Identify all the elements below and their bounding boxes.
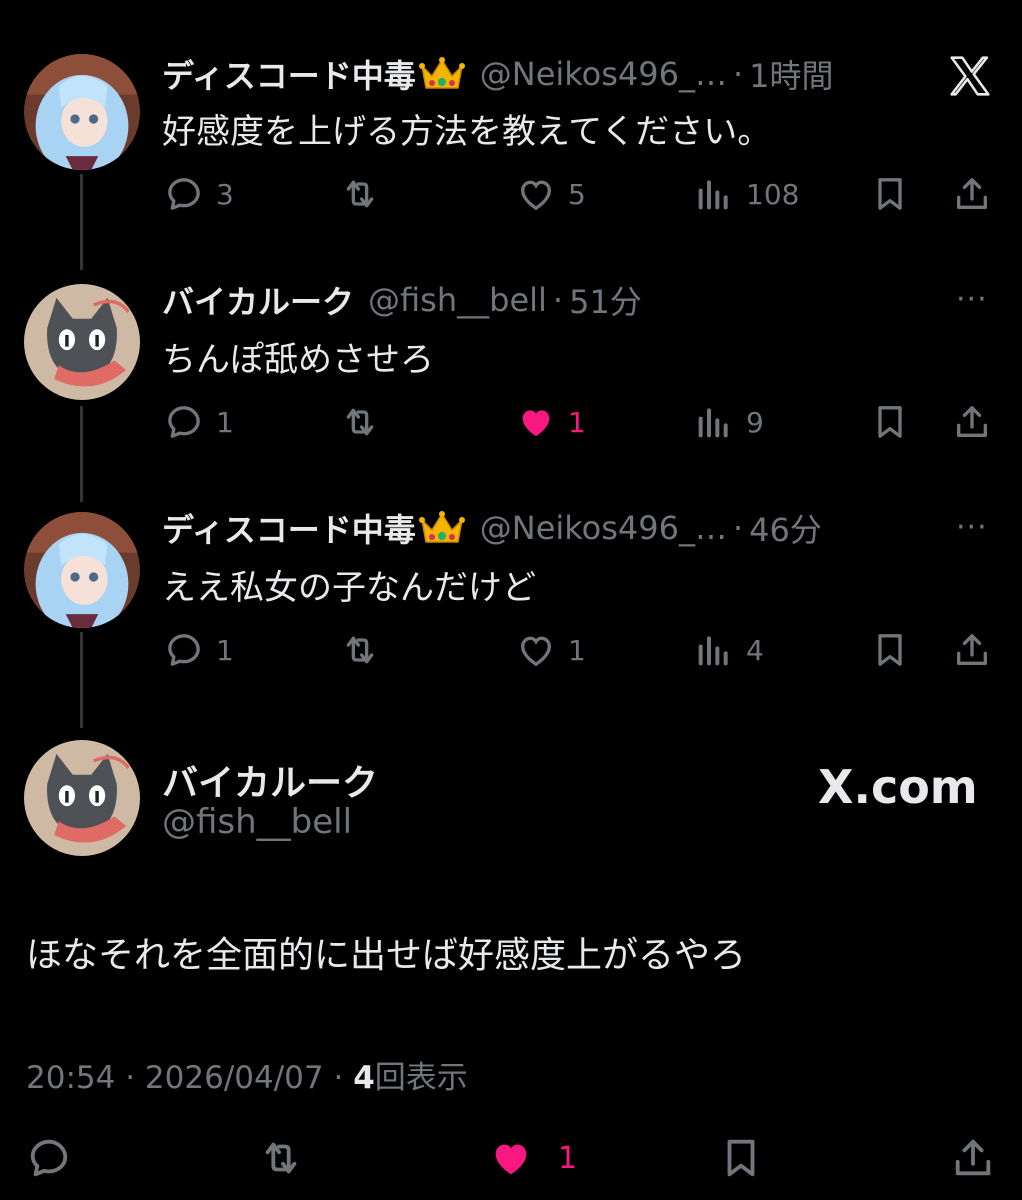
reply-count: 1	[216, 633, 234, 667]
views-button[interactable]: 108	[694, 170, 799, 218]
reply-button[interactable]: 1	[164, 626, 234, 674]
separator: ·	[733, 55, 744, 93]
heart-filled-icon	[522, 410, 550, 437]
bookmark-icon	[878, 406, 902, 438]
handle[interactable]: @fish__bell	[162, 802, 352, 842]
share-button[interactable]	[950, 1134, 996, 1182]
views-button[interactable]: 9	[694, 398, 764, 446]
timestamp[interactable]: 51分	[569, 277, 642, 323]
separator: ·	[733, 509, 744, 547]
view-count: 108	[746, 177, 800, 211]
bookmark-icon	[878, 178, 902, 210]
share-icon	[957, 634, 987, 665]
reply-icon	[168, 634, 200, 666]
display-name[interactable]: ディスコード中毒	[162, 51, 416, 97]
share-button[interactable]	[952, 626, 992, 674]
retweet-button[interactable]	[340, 170, 380, 218]
watermark: X.com	[818, 760, 978, 814]
tweet-header: バイカルーク @fish__bell · 51分	[162, 278, 642, 322]
tweet-header: ディスコード中毒 @Neikos496_… · 46分	[162, 506, 822, 550]
avatar[interactable]	[24, 284, 140, 400]
separator: ·	[333, 1060, 344, 1096]
timestamp[interactable]: 1時間	[749, 51, 833, 97]
avatar[interactable]	[24, 512, 140, 628]
views-label: 回表示	[374, 1060, 468, 1096]
retweet-button[interactable]	[340, 626, 380, 674]
crown-icon	[418, 57, 465, 89]
more-options-button[interactable]: ···	[956, 510, 988, 545]
bookmark-button[interactable]	[870, 170, 910, 218]
separator: ·	[552, 281, 564, 319]
thread-connector	[80, 632, 83, 728]
reply-button[interactable]: 3	[164, 170, 234, 218]
like-count: 1	[558, 1140, 578, 1176]
reply-icon	[168, 406, 200, 438]
like-button[interactable]: 1	[516, 626, 586, 674]
reply-icon	[168, 178, 200, 210]
bookmark-button[interactable]	[870, 626, 910, 674]
retweet-button[interactable]	[340, 398, 380, 446]
avatar[interactable]	[24, 740, 140, 856]
views-button[interactable]: 4	[694, 626, 764, 674]
thread-connector	[80, 406, 83, 502]
timestamp[interactable]: 46分	[749, 505, 822, 551]
analytics-icon	[698, 180, 728, 210]
bookmark-icon	[878, 634, 902, 666]
analytics-icon	[698, 408, 728, 438]
tweet-text: ちんぽ舐めさせろ	[162, 340, 434, 380]
tweet-header: ディスコード中毒 @Neikos496_… · 1時間	[162, 52, 834, 96]
like-button[interactable]: 1	[488, 1134, 577, 1182]
heart-filled-icon	[495, 1144, 527, 1175]
handle[interactable]: @Neikos496_…	[480, 55, 727, 93]
display-name[interactable]: バイカルーク	[162, 754, 378, 806]
timestamp[interactable]: 20:54	[26, 1060, 115, 1096]
heart-icon	[520, 180, 552, 211]
retweet-icon	[265, 1142, 297, 1174]
bookmark-button[interactable]	[718, 1134, 764, 1182]
tweet-text: 好感度を上げる方法を教えてください。	[162, 112, 772, 152]
handle[interactable]: @fish__bell	[368, 281, 547, 319]
view-count: 9	[746, 405, 764, 439]
like-count: 1	[568, 633, 586, 667]
retweet-icon	[346, 180, 374, 208]
bookmark-button[interactable]	[870, 398, 910, 446]
thread-connector	[80, 174, 83, 270]
heart-icon	[520, 636, 552, 667]
separator: ·	[125, 1060, 136, 1096]
reply-button[interactable]: 1	[164, 398, 234, 446]
more-options-button[interactable]: ···	[956, 282, 988, 317]
tweet-text: ほなそれを全面的に出せば好感度上がるやろ	[26, 935, 747, 976]
like-button[interactable]: 5	[516, 170, 586, 218]
handle[interactable]: @Neikos496_…	[480, 509, 727, 547]
x-logo-icon[interactable]	[948, 54, 992, 98]
analytics-icon	[698, 636, 728, 666]
retweet-button[interactable]	[258, 1134, 304, 1182]
reply-button[interactable]	[26, 1134, 72, 1182]
reply-count: 1	[216, 405, 234, 439]
view-count: 4	[353, 1060, 375, 1096]
crown-icon	[418, 511, 465, 543]
view-count: 4	[746, 633, 764, 667]
avatar[interactable]	[24, 54, 140, 170]
like-count: 1	[568, 405, 586, 439]
like-count: 5	[568, 177, 586, 211]
display-name[interactable]: ディスコード中毒	[162, 505, 416, 551]
share-button[interactable]	[952, 170, 992, 218]
tweet-meta: 20:54 · 2026/04/07 · 4回表示	[26, 1052, 468, 1097]
bookmark-icon	[727, 1139, 755, 1177]
share-icon	[957, 406, 987, 437]
reply-icon	[30, 1139, 68, 1177]
reply-count: 3	[216, 177, 234, 211]
tweet-text: ええ私女の子なんだけど	[162, 568, 536, 608]
like-button[interactable]: 1	[516, 398, 586, 446]
share-button[interactable]	[952, 398, 992, 446]
display-name[interactable]: バイカルーク	[162, 277, 354, 323]
retweet-icon	[346, 636, 374, 664]
retweet-icon	[346, 408, 374, 436]
date[interactable]: 2026/04/07	[145, 1060, 324, 1096]
share-icon	[955, 1139, 991, 1176]
share-icon	[957, 178, 987, 209]
